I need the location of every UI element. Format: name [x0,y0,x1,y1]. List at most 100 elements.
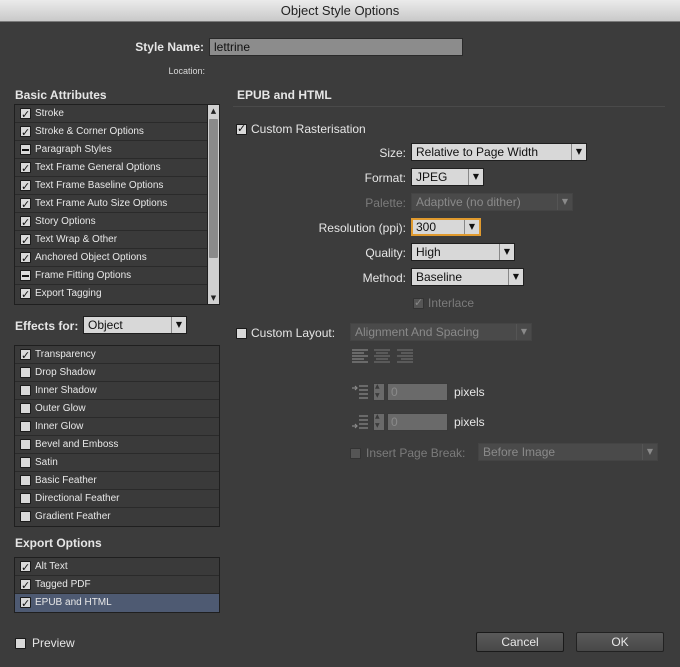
list-item[interactable]: Alt Text [15,558,219,576]
size-select[interactable]: Relative to Page Width ▼ [411,143,587,161]
scroll-up-icon[interactable]: ▲ [208,105,219,117]
space-before-input[interactable]: 0 [387,383,448,401]
list-item[interactable]: Stroke & Corner Options [15,123,207,141]
checkbox[interactable] [20,559,31,576]
align-center-icon[interactable] [373,348,391,364]
list-item[interactable]: Export Tagging [15,285,207,303]
checkbox[interactable] [20,232,31,249]
checkbox[interactable] [20,367,31,378]
custom-layout-checkbox[interactable]: Custom Layout: [236,326,346,342]
list-item[interactable]: Directional Feather [15,490,219,508]
basic-attributes-list: Stroke Stroke & Corner Options Paragraph… [14,104,220,305]
list-item[interactable]: Basic Feather [15,472,219,490]
style-name-input[interactable]: lettrine [209,38,463,56]
effects-list: Transparency Drop Shadow Inner Shadow Ou… [14,345,220,527]
resolution-combobox[interactable]: 300 ▼ [411,218,481,236]
format-select[interactable]: JPEG ▼ [411,168,484,186]
checkbox[interactable] [413,296,424,309]
checkbox[interactable] [20,286,31,303]
custom-rasterisation-checkbox[interactable]: Custom Rasterisation [236,122,396,138]
list-item[interactable]: Anchored Object Options [15,249,207,267]
resolution-label: Resolution (ppi): [318,221,406,235]
list-item[interactable]: Satin [15,454,219,472]
list-item[interactable]: Text Frame Baseline Options [15,177,207,195]
chevron-down-icon: ▼ [571,144,586,160]
checkbox[interactable] [350,448,361,459]
interlace-checkbox[interactable]: Interlace [413,296,493,312]
method-select[interactable]: Baseline ▼ [411,268,524,286]
list-item[interactable]: Transparency [15,346,219,364]
list-item[interactable]: Inner Shadow [15,382,219,400]
space-before-unit: pixels [454,385,485,399]
checkbox[interactable] [20,403,31,414]
list-item[interactable]: Bevel and Emboss [15,436,219,454]
checkbox[interactable] [20,214,31,231]
dialog-body: Style Name: lettrine Location: Basic Att… [0,22,680,667]
scroll-down-icon[interactable]: ▼ [208,292,219,304]
format-label: Format: [364,171,406,185]
checkbox[interactable] [20,577,31,594]
checkbox[interactable] [20,457,31,468]
checkbox[interactable] [236,328,247,339]
checkbox[interactable] [20,196,31,213]
insert-page-break-checkbox[interactable]: Insert Page Break: [350,446,475,462]
scrollbar[interactable]: ▲ ▼ [207,105,219,304]
checkbox[interactable] [20,511,31,522]
list-item[interactable]: Frame Fitting Options [15,267,207,285]
list-item[interactable]: Outer Glow [15,400,219,418]
list-item[interactable]: Text Frame General Options [15,159,207,177]
quality-select[interactable]: High ▼ [411,243,515,261]
checkbox[interactable] [20,595,31,612]
preview-checkbox[interactable]: Preview [15,636,95,652]
checkbox[interactable] [20,144,31,155]
checkbox[interactable] [20,493,31,504]
custom-layout-select[interactable]: Alignment And Spacing ▼ [350,323,532,341]
space-before-stepper[interactable] [373,383,385,401]
list-item[interactable]: Inner Glow [15,418,219,436]
space-before-icon [352,385,368,399]
page-break-select[interactable]: Before Image ▼ [478,443,658,461]
chevron-down-icon: ▼ [508,269,523,285]
checkbox[interactable] [20,106,31,123]
checkbox[interactable] [20,160,31,177]
size-label: Size: [379,146,406,160]
checkbox[interactable] [20,270,31,281]
effects-for-label: Effects for: [15,319,79,333]
space-after-unit: pixels [454,415,485,429]
list-item[interactable]: Stroke [15,105,207,123]
list-item[interactable]: Story Options [15,213,207,231]
cancel-button[interactable]: Cancel [476,632,564,652]
align-right-icon[interactable] [396,348,414,364]
align-left-icon[interactable] [351,348,369,364]
checkbox[interactable] [20,124,31,141]
checkbox[interactable] [20,385,31,396]
checkbox[interactable] [20,475,31,486]
space-after-input[interactable]: 0 [387,413,448,431]
chevron-down-icon: ▼ [468,169,483,185]
list-item[interactable]: Tagged PDF [15,576,219,594]
location-label: Location: [168,66,205,76]
list-item[interactable]: Gradient Feather [15,508,219,526]
panel-divider [233,106,665,107]
export-options-heading: Export Options [15,536,102,550]
list-item[interactable]: Drop Shadow [15,364,219,382]
effects-for-select[interactable]: Object ▼ [83,316,187,334]
checkbox[interactable] [20,178,31,195]
list-item-selected[interactable]: EPUB and HTML [15,594,219,612]
checkbox[interactable] [20,347,31,364]
list-item[interactable]: Paragraph Styles [15,141,207,159]
palette-select[interactable]: Adaptive (no dither) ▼ [411,193,573,211]
space-after-stepper[interactable] [373,413,385,431]
checkbox[interactable] [15,638,26,649]
checkbox[interactable] [236,122,247,135]
list-item[interactable]: Text Frame Auto Size Options [15,195,207,213]
ok-button[interactable]: OK [576,632,664,652]
window-title: Object Style Options [0,0,680,22]
checkbox[interactable] [20,439,31,450]
list-item[interactable]: Text Wrap & Other [15,231,207,249]
chevron-down-icon: ▼ [499,244,514,260]
checkbox[interactable] [20,421,31,432]
chevron-down-icon: ▼ [557,194,572,210]
checkbox[interactable] [20,250,31,267]
scroll-thumb[interactable] [209,119,218,258]
